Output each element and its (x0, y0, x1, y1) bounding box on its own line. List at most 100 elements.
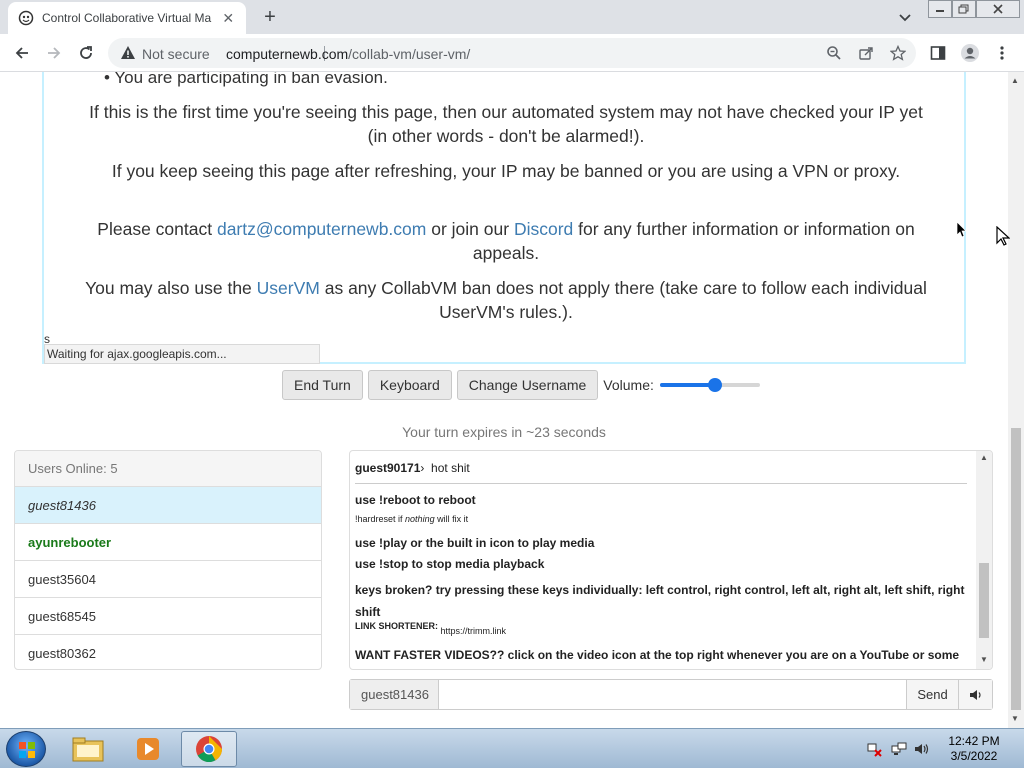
scroll-up-icon[interactable]: ▲ (979, 453, 989, 462)
volume-fill (659, 383, 716, 387)
ban-paragraph-3: Please contact dartz@computernewb.com or… (84, 217, 928, 265)
clock-date: 3/5/2022 (950, 749, 998, 763)
url-host: computernewb.com (226, 46, 349, 62)
turn-timer: Your turn expires in ~23 seconds (402, 424, 606, 440)
ban-paragraph-1: If this is the first time you're seeing … (89, 102, 923, 146)
chat-text: use !play or the built in icon to play m… (355, 536, 595, 550)
bookmark-star-icon[interactable] (889, 44, 907, 61)
vm-screen-ban-notice[interactable]: • You are participating in ban evasion. … (42, 72, 966, 364)
chat-text: WANT FASTER VIDEOS?? click on the video … (355, 648, 960, 662)
back-arrow-icon[interactable] (12, 43, 32, 63)
zoom-icon[interactable] (826, 45, 842, 61)
page-scroll-up-icon[interactable]: ▲ (1011, 76, 1019, 85)
change-username-button[interactable]: Change Username (456, 370, 599, 400)
chat-label: LINK SHORTENER: (355, 621, 438, 631)
chat-separator: › (420, 461, 425, 475)
url-text[interactable]: computernewb.com/collab-vm/user-vm/ (226, 46, 470, 62)
address-bar[interactable]: Not secure computernewb.com/collab-vm/us… (108, 38, 916, 68)
windows-taskbar: 12:42 PM 3/5/2022 (0, 728, 1024, 768)
chrome-taskbar-icon[interactable] (181, 731, 237, 767)
scroll-down-icon[interactable]: ▼ (979, 655, 989, 664)
trimm-link[interactable]: https://trimm.link (441, 626, 507, 636)
reload-icon[interactable] (76, 43, 96, 63)
volume-tray-icon[interactable] (914, 741, 930, 757)
network-icon[interactable] (891, 741, 907, 757)
chat-text: !hardreset if (355, 514, 403, 524)
chat-text: use !stop to stop media playback (355, 557, 545, 571)
volume-slider[interactable] (659, 378, 760, 392)
discord-link[interactable]: Discord (514, 219, 573, 239)
system-clock[interactable]: 12:42 PM 3/5/2022 (942, 734, 1006, 764)
browser-toolbar: Not secure computernewb.com/collab-vm/us… (0, 34, 1024, 72)
send-button[interactable]: Send (906, 680, 958, 709)
profile-avatar-icon[interactable] (960, 43, 980, 63)
chat-text: use !reboot to reboot (355, 493, 476, 507)
tab-close-icon[interactable]: ✕ (221, 10, 237, 27)
collabvm-favicon-icon (18, 10, 34, 26)
warning-triangle-icon[interactable] (120, 45, 136, 66)
uservm-link[interactable]: UserVM (257, 278, 320, 298)
chat-username-label[interactable]: guest81436 (350, 680, 439, 709)
clock-time: 12:42 PM (948, 734, 1000, 748)
chat-message: use !reboot to reboot (355, 493, 970, 507)
user-row[interactable]: guest35604 (15, 561, 321, 598)
chat-scrollbar[interactable]: ▲ ▼ (976, 451, 992, 669)
close-window-icon[interactable] (976, 0, 1020, 18)
user-row-self[interactable]: guest81436 (15, 487, 321, 524)
network-error-icon[interactable] (866, 741, 882, 757)
chat-message: WANT FASTER VIDEOS?? click on the video … (355, 644, 970, 669)
restore-icon[interactable] (952, 0, 976, 18)
chat-scroll-thumb[interactable] (979, 563, 989, 638)
vm-cursor-icon (996, 225, 1011, 251)
page-scroll-thumb[interactable] (1011, 428, 1021, 710)
keyboard-button[interactable]: Keyboard (367, 370, 452, 400)
speaker-icon[interactable] (958, 680, 992, 709)
user-row[interactable]: guest68545 (15, 598, 321, 635)
windows-start-icon[interactable] (6, 731, 46, 767)
chat-input[interactable] (439, 680, 906, 709)
users-online-header: Users Online: 5 (15, 451, 321, 487)
ban-p3-mid: or join our (431, 219, 510, 239)
volume-thumb[interactable] (708, 378, 723, 392)
side-panel-icon[interactable] (928, 43, 948, 63)
share-icon[interactable] (858, 45, 874, 61)
vm-controls: End Turn Keyboard Change Username Volume… (282, 370, 760, 400)
url-path: /collab-vm/user-vm/ (348, 46, 471, 62)
chat-username: guest90171 (355, 461, 421, 475)
menu-kebab-icon[interactable] (992, 43, 1012, 63)
chat-text: keys broken? try pressing these keys ind… (355, 583, 965, 619)
chat-panel: guest90171› hot shit use !reboot to rebo… (349, 450, 993, 670)
mouse-cursor-icon (956, 221, 967, 243)
chat-message: LINK SHORTENER: https://trimm.link (355, 621, 970, 636)
tab-title: Control Collaborative Virtual Ma (42, 11, 212, 25)
media-player-icon[interactable] (120, 731, 176, 767)
chat-text: will fix it (437, 514, 469, 524)
browser-tab[interactable]: Control Collaborative Virtual Ma ✕ (8, 2, 246, 34)
ban-p3-pre: Please contact (97, 219, 213, 239)
user-row-admin[interactable]: ayunrebooter (15, 524, 321, 561)
user-row[interactable]: guest80362 (15, 635, 321, 669)
chat-emphasis: nothing (405, 514, 435, 524)
tab-strip: Control Collaborative Virtual Ma ✕ + (0, 0, 1024, 34)
ban-paragraph-2: If you keep seeing this page after refre… (111, 161, 901, 181)
chat-message: use !stop to stop media playback (355, 557, 970, 571)
chat-message: !hardreset if nothing will fix it (355, 514, 970, 524)
email-link[interactable]: dartz@computernewb.com (217, 219, 426, 239)
ban-bullet-text: You are participating in ban evasion. (114, 72, 388, 87)
not-secure-label[interactable]: Not secure (142, 46, 210, 62)
ban-paragraph-4: You may also use the UserVM as any Colla… (84, 276, 928, 324)
page-scroll-down-icon[interactable]: ▼ (1011, 714, 1019, 723)
chat-messages[interactable]: guest90171› hot shit use !reboot to rebo… (355, 451, 972, 669)
ban-bullet: • You are participating in ban evasion. (104, 72, 388, 88)
loading-status-bar: Waiting for ajax.googleapis.com... (44, 344, 320, 364)
new-tab-icon[interactable]: + (258, 6, 282, 30)
end-turn-button[interactable]: End Turn (282, 370, 363, 400)
file-explorer-icon[interactable] (60, 731, 116, 767)
page-content: • You are participating in ban evasion. … (0, 72, 1008, 728)
tab-search-chevron-icon[interactable] (896, 8, 914, 26)
forward-arrow-icon[interactable] (44, 43, 64, 63)
minimize-icon[interactable] (928, 0, 952, 18)
page-scrollbar[interactable]: ▲ ▼ (1008, 72, 1024, 728)
chat-message: use !play or the built in icon to play m… (355, 536, 970, 550)
chat-message: keys broken? try pressing these keys ind… (355, 579, 970, 623)
